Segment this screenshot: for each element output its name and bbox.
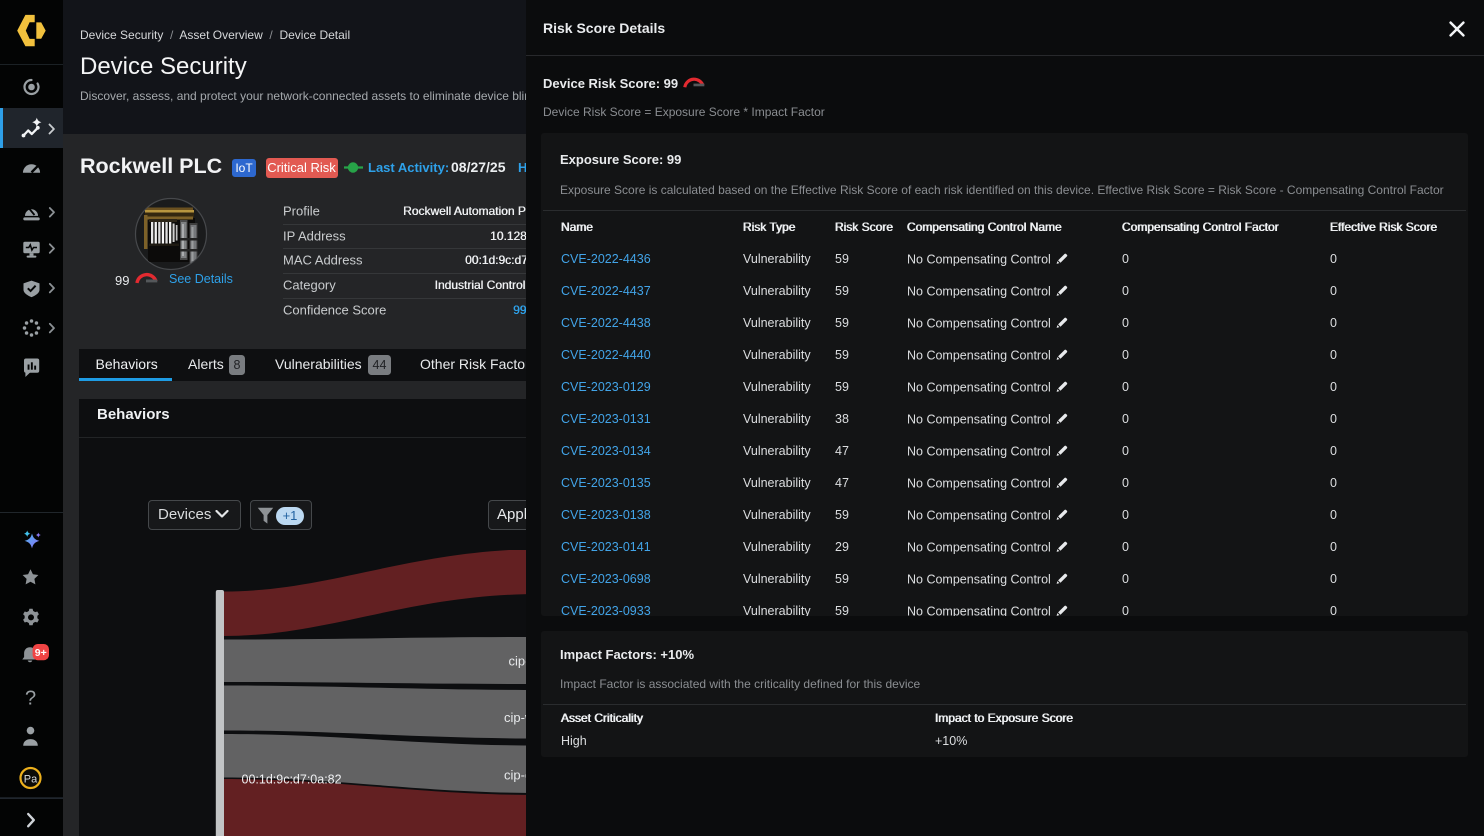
svg-text:9+: 9+ — [35, 647, 47, 659]
svg-text:?: ? — [25, 688, 36, 710]
svg-text:Pa: Pa — [24, 773, 38, 785]
svg-text:00:1d:9c:d7:0a:82: 00:1d:9c:d7:0a:82 — [242, 773, 342, 787]
